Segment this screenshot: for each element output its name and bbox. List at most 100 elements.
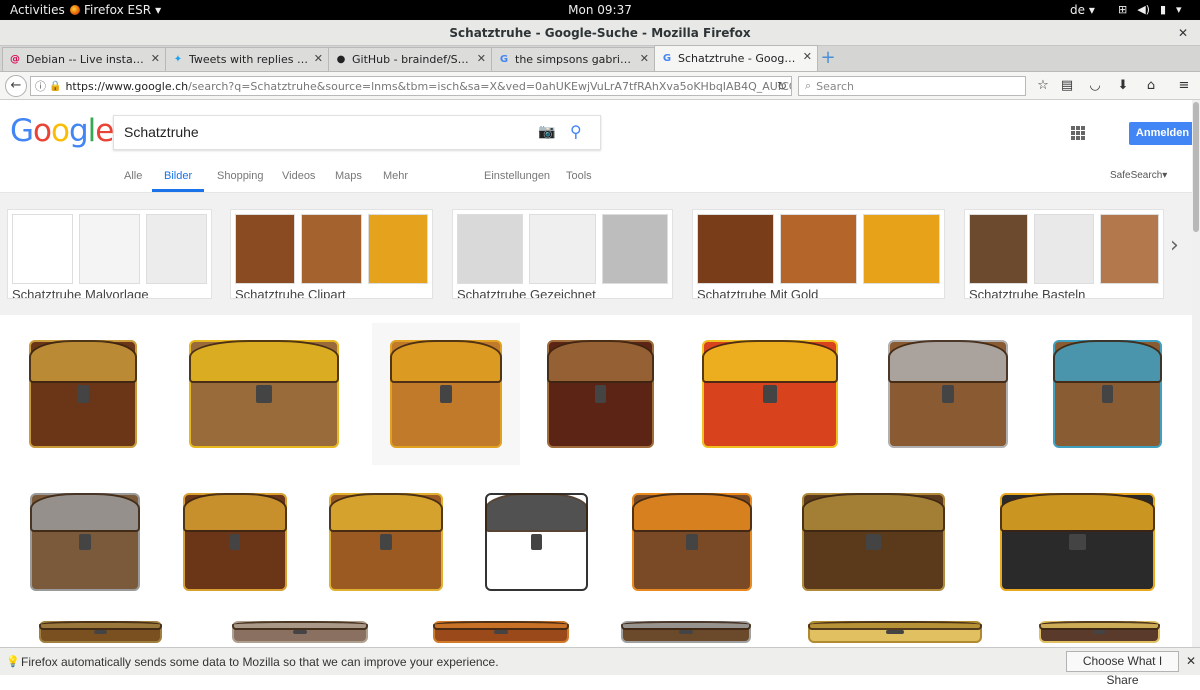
window-close-icon[interactable]: ✕: [1176, 26, 1190, 40]
scrollbar-thumb[interactable]: [1193, 102, 1199, 232]
back-button[interactable]: ←: [5, 75, 27, 97]
camera-search-icon[interactable]: 📷: [538, 124, 555, 140]
tab-bilder[interactable]: Bilder: [151, 170, 205, 192]
app-menu[interactable]: Firefox ESR ▾: [70, 3, 161, 17]
related-search-card[interactable]: Schatztruhe Gezeichnet: [452, 209, 673, 299]
image-result[interactable]: [1036, 323, 1179, 465]
browser-search-bar[interactable]: ⌕ Search: [798, 76, 1026, 96]
related-search-card[interactable]: Schatztruhe Basteln: [964, 209, 1164, 299]
tab-close-icon[interactable]: ✕: [803, 50, 812, 63]
page-scrollbar[interactable]: [1192, 100, 1200, 647]
url-bar[interactable]: ⓘ 🔒 https://www.google.ch /search?q=Scha…: [30, 76, 792, 96]
chest-lock-shape: [440, 385, 452, 403]
image-result[interactable]: [165, 323, 363, 465]
image-result[interactable]: [167, 477, 303, 607]
google-icon: G: [499, 53, 509, 65]
google-apps-icon[interactable]: [1071, 126, 1085, 140]
tab-shopping[interactable]: Shopping: [217, 170, 264, 182]
tab-alle[interactable]: Alle: [124, 170, 142, 182]
pocket-icon[interactable]: ◡: [1086, 77, 1104, 95]
image-result[interactable]: [530, 323, 671, 465]
reading-list-icon[interactable]: ▤: [1058, 77, 1076, 95]
chest-lock-shape: [77, 385, 89, 403]
image-result[interactable]: [869, 323, 1027, 465]
new-tab-button[interactable]: +: [817, 47, 839, 71]
tab-close-icon[interactable]: ✕: [640, 52, 649, 65]
tab-videos[interactable]: Videos: [282, 170, 315, 182]
reload-icon[interactable]: ↻: [777, 79, 787, 93]
tab-maps[interactable]: Maps: [335, 170, 362, 182]
search-submit-icon[interactable]: ⚲: [570, 122, 582, 141]
window-title-bar: Schatztruhe - Google-Suche - Mozilla Fir…: [0, 20, 1200, 46]
choose-what-i-share-button[interactable]: Choose What I Share: [1066, 651, 1179, 687]
image-result[interactable]: [469, 477, 604, 607]
tab-tools[interactable]: Tools: [566, 170, 592, 182]
bookmark-star-icon[interactable]: ☆: [1034, 77, 1052, 95]
google-logo[interactable]: Google: [10, 113, 114, 149]
image-result[interactable]: [1020, 617, 1179, 647]
browser-tab[interactable]: G Schatztruhe - Google... ✕: [654, 45, 818, 71]
image-result[interactable]: [12, 477, 158, 607]
hamburger-menu-icon[interactable]: ≡: [1175, 77, 1193, 95]
tab-close-icon[interactable]: ✕: [477, 52, 486, 65]
image-result[interactable]: [613, 477, 771, 607]
google-search-input[interactable]: [124, 124, 504, 140]
image-result[interactable]: [12, 323, 154, 465]
image-result[interactable]: [311, 477, 461, 607]
image-result[interactable]: [372, 323, 520, 465]
browser-tab[interactable]: Gthe simpsons gabriel ... ✕: [491, 47, 655, 71]
lock-icon: 🔒: [49, 80, 62, 92]
tab-label: Tweets with replies b...: [189, 53, 308, 66]
related-thumbnail: [601, 214, 668, 284]
tab-close-icon[interactable]: ✕: [314, 52, 323, 65]
image-result[interactable]: [780, 477, 967, 607]
chest-lock-shape: [292, 630, 308, 634]
chest-lid-shape: [546, 340, 655, 383]
safesearch-dropdown[interactable]: SafeSearch▾: [1110, 170, 1167, 181]
navigation-toolbar: ← ⓘ 🔒 https://www.google.ch /search?q=Sc…: [0, 72, 1200, 100]
site-info-icon[interactable]: ⓘ: [35, 78, 46, 94]
system-tray[interactable]: ⊞ ◀) ▮ ▾: [1118, 3, 1182, 16]
chest-lock-shape: [594, 385, 607, 403]
downloads-icon[interactable]: ⬇: [1114, 77, 1132, 95]
image-result[interactable]: [680, 323, 860, 465]
image-result[interactable]: [19, 617, 182, 647]
telemetry-notification-bar: 💡 Firefox automatically sends some data …: [0, 647, 1200, 687]
tab-mehr[interactable]: Mehr: [383, 170, 408, 182]
activities-button[interactable]: Activities: [10, 3, 65, 17]
related-search-card[interactable]: Schatztruhe Mit Gold: [692, 209, 945, 299]
related-thumbnail: [969, 214, 1029, 284]
url-host: https://www.google.ch: [65, 79, 189, 93]
google-search-box[interactable]: 📷 ⚲: [113, 115, 601, 150]
keyboard-layout-label: de: [1070, 3, 1085, 17]
signin-button[interactable]: Anmelden: [1129, 122, 1196, 145]
image-result[interactable]: [412, 617, 590, 647]
browser-tab[interactable]: @ Debian -- Live install i... ✕: [2, 47, 166, 71]
chest-lid-shape: [29, 492, 141, 532]
image-result[interactable]: [976, 477, 1179, 607]
image-result[interactable]: [211, 617, 389, 647]
chest-lid-shape: [1053, 340, 1162, 383]
chest-lock-shape: [885, 630, 905, 634]
related-thumbnail: [780, 214, 857, 284]
tab-einstellungen[interactable]: Einstellungen: [484, 170, 550, 182]
browser-tab[interactable]: ✦ Tweets with replies b... ✕: [165, 47, 329, 71]
clock[interactable]: Mon 09:37: [568, 3, 632, 17]
logo-letter: o: [33, 113, 52, 149]
tab-close-icon[interactable]: ✕: [151, 52, 160, 65]
related-search-card[interactable]: Schatztruhe Clipart: [230, 209, 433, 299]
related-search-card[interactable]: Schatztruhe Malvorlage: [7, 209, 212, 299]
related-search-label: Schatztruhe Mit Gold: [697, 287, 819, 299]
image-result[interactable]: [780, 617, 1010, 647]
chest-lock-shape: [1093, 630, 1106, 634]
image-result[interactable]: [601, 617, 771, 647]
notification-close-icon[interactable]: ✕: [1186, 654, 1196, 668]
keyboard-layout-indicator[interactable]: de ▾: [1070, 3, 1095, 17]
related-thumbnail: [529, 214, 596, 284]
google-icon: G: [662, 52, 672, 64]
related-search-label: Schatztruhe Basteln: [969, 287, 1086, 299]
chevron-right-icon[interactable]: ›: [1170, 233, 1179, 258]
browser-tab[interactable]: ● GitHub - braindef/Shri... ✕: [328, 47, 492, 71]
home-icon[interactable]: ⌂: [1142, 77, 1160, 95]
caret-down-icon: ▾: [155, 3, 162, 17]
